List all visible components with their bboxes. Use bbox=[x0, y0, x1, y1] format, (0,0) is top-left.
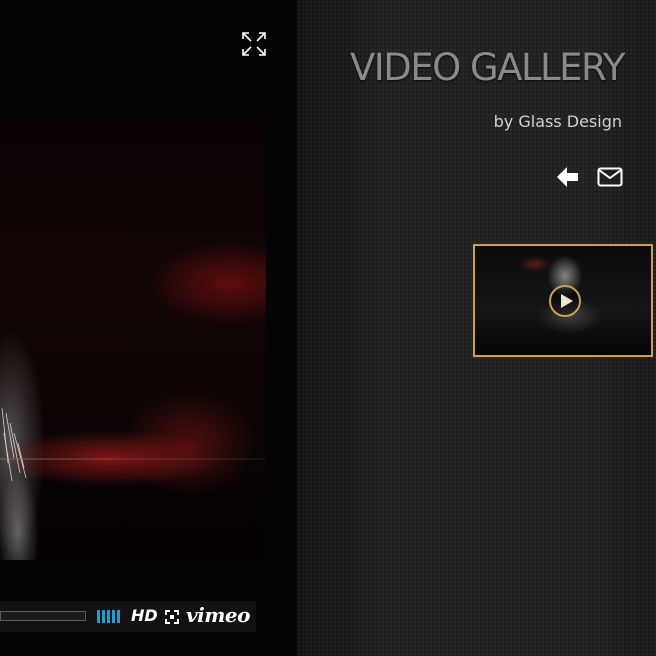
video-player-panel: HD vimeo bbox=[0, 0, 297, 656]
video-frame[interactable] bbox=[0, 113, 266, 560]
arrow-left-icon bbox=[557, 167, 578, 187]
video-gallery-page: HD vimeo VIDEO GALLERY by Glass Design bbox=[0, 0, 656, 656]
vimeo-logo[interactable]: vimeo bbox=[186, 603, 250, 627]
fullscreen-icon[interactable] bbox=[165, 610, 179, 624]
page-subtitle: by Glass Design bbox=[493, 112, 622, 131]
volume-bars-icon[interactable] bbox=[97, 610, 123, 623]
expand-icon bbox=[242, 32, 266, 56]
hd-toggle-button[interactable]: HD bbox=[131, 606, 158, 626]
envelope-icon bbox=[597, 167, 623, 187]
progress-bar[interactable] bbox=[0, 611, 86, 621]
player-controls: HD vimeo bbox=[0, 601, 256, 632]
expand-button[interactable] bbox=[240, 30, 268, 58]
play-icon bbox=[549, 285, 581, 317]
video-thumbnail[interactable] bbox=[473, 244, 653, 357]
table-edge bbox=[0, 458, 266, 460]
back-button[interactable] bbox=[556, 165, 580, 189]
sparks-graphic bbox=[1, 407, 27, 482]
mail-button[interactable] bbox=[597, 165, 623, 189]
page-title: VIDEO GALLERY bbox=[349, 46, 626, 89]
